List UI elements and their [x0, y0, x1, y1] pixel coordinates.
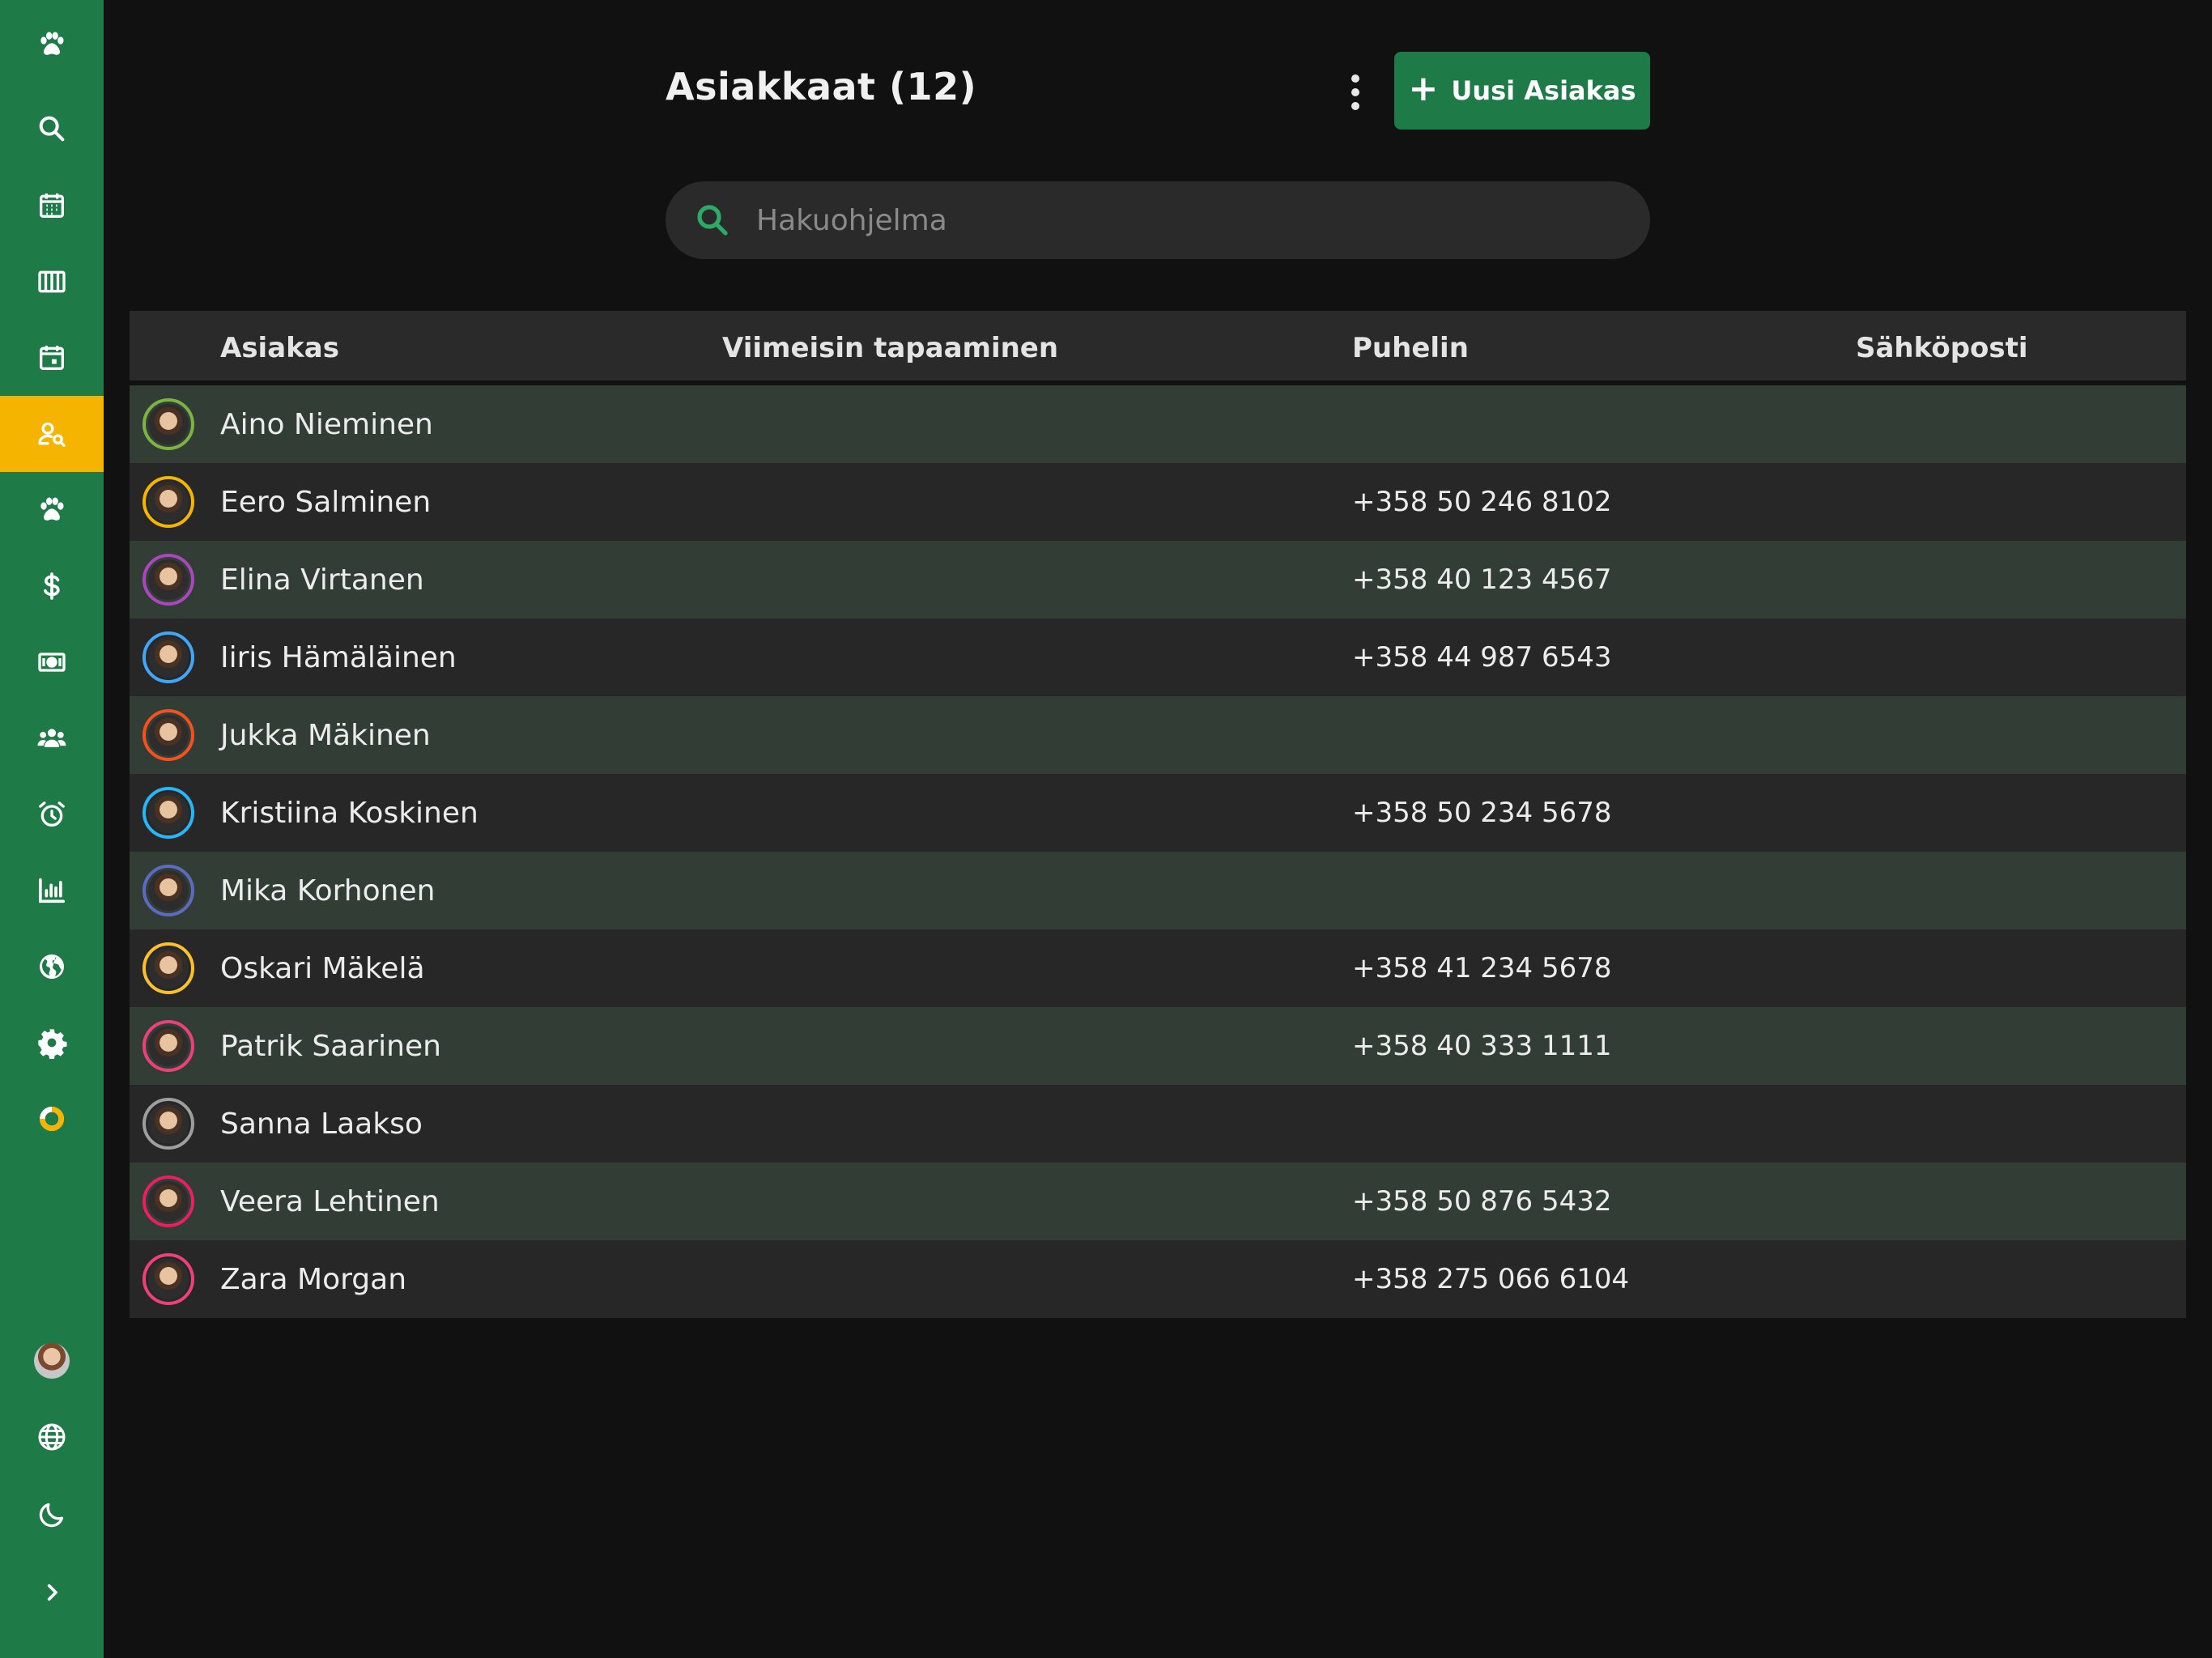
avatar	[143, 709, 194, 761]
avatar	[143, 1253, 194, 1305]
user-search-icon	[38, 422, 66, 447]
globe-icon	[38, 1423, 66, 1451]
phone-number: +358 275 066 6104	[1352, 1263, 1630, 1295]
nav-profile[interactable]	[0, 1323, 104, 1399]
nav-theme[interactable]	[0, 1477, 104, 1553]
column-header-phone[interactable]: Puhelin	[1352, 311, 1469, 385]
banknote-icon	[38, 653, 66, 672]
customer-name: Kristiina Koskinen	[220, 796, 479, 830]
search-icon	[39, 116, 65, 142]
nav-payments[interactable]	[0, 624, 104, 700]
search-input[interactable]	[756, 196, 1650, 244]
nav-board[interactable]	[0, 244, 104, 320]
calendar-day-icon	[40, 346, 64, 370]
table-row[interactable]: Eero Salminen +358 50 246 8102	[130, 463, 2186, 541]
bar-chart-icon	[39, 878, 65, 903]
globe-filled-icon	[40, 954, 64, 979]
customer-name: Patrik Saarinen	[220, 1029, 441, 1063]
avatar	[143, 554, 194, 606]
avatar	[143, 942, 194, 994]
avatar	[143, 787, 194, 839]
nav-billing[interactable]	[0, 548, 104, 624]
nav-reports[interactable]	[0, 852, 104, 929]
nav-search[interactable]	[0, 91, 104, 167]
customer-name: Elina Virtanen	[220, 563, 424, 597]
nav-pets[interactable]	[0, 472, 104, 548]
column-header-customer[interactable]: Asiakas	[220, 311, 339, 385]
search-bar[interactable]	[666, 181, 1650, 259]
table-row[interactable]: Elina Virtanen +358 40 123 4567	[130, 541, 2186, 619]
table-header: Asiakas Viimeisin tapaaminen Puhelin Säh…	[130, 311, 2186, 385]
new-customer-label: Uusi Asiakas	[1451, 75, 1636, 106]
avatar	[34, 1343, 70, 1379]
customer-name: Sanna Laakso	[220, 1107, 423, 1141]
avatar	[143, 865, 194, 916]
chevron-right-icon	[47, 1584, 57, 1601]
phone-number: +358 50 234 5678	[1352, 797, 1612, 829]
nav-calendar[interactable]	[0, 168, 104, 244]
avatar	[143, 476, 194, 528]
customer-name: Eero Salminen	[220, 485, 432, 519]
nav-settings[interactable]	[0, 1005, 104, 1081]
nav-appointments[interactable]	[0, 320, 104, 396]
customer-name: Aino Nieminen	[220, 407, 433, 441]
table-row[interactable]: Iiris Hämäläinen +358 44 987 6543	[130, 619, 2186, 696]
nav-customers[interactable]	[0, 396, 104, 472]
alarm-clock-icon	[39, 801, 65, 827]
table-row[interactable]: Kristiina Koskinen +358 50 234 5678	[130, 774, 2186, 852]
nav-web[interactable]	[0, 929, 104, 1005]
table-row[interactable]: Zara Morgan +358 275 066 6104	[130, 1240, 2186, 1318]
nav-logo[interactable]	[0, 6, 104, 83]
phone-number: +358 50 246 8102	[1352, 486, 1612, 518]
avatar	[143, 631, 194, 683]
table-row[interactable]: Oskari Mäkelä +358 41 234 5678	[130, 929, 2186, 1007]
sidebar	[0, 0, 104, 1658]
phone-number: +358 40 333 1111	[1352, 1030, 1612, 1062]
column-header-last-visit[interactable]: Viimeisin tapaaminen	[722, 311, 1058, 385]
paw-icon	[40, 32, 64, 55]
customer-table: Asiakas Viimeisin tapaaminen Puhelin Säh…	[130, 311, 2186, 1318]
new-customer-button[interactable]: + Uusi Asiakas	[1394, 52, 1650, 130]
phone-number: +358 44 987 6543	[1352, 641, 1612, 674]
columns-icon	[38, 270, 66, 293]
phone-number: +358 50 876 5432	[1352, 1185, 1612, 1218]
more-vertical-icon	[1351, 74, 1359, 110]
nav-expand[interactable]	[0, 1554, 104, 1630]
table-row[interactable]: Jukka Mäkinen	[130, 696, 2186, 774]
plus-icon: +	[1408, 68, 1439, 109]
table-row[interactable]: Veera Lehtinen +358 50 876 5432	[130, 1163, 2186, 1240]
more-options-button[interactable]	[1334, 68, 1376, 117]
gear-icon	[38, 1029, 67, 1059]
table-row[interactable]: Mika Korhonen	[130, 852, 2186, 929]
table-row[interactable]: Sanna Laakso	[130, 1085, 2186, 1163]
nav-language[interactable]	[0, 1399, 104, 1475]
search-icon	[697, 205, 728, 236]
customer-name: Mika Korhonen	[220, 874, 436, 908]
table-row[interactable]: Patrik Saarinen +358 40 333 1111	[130, 1007, 2186, 1085]
customer-name: Jukka Mäkinen	[220, 718, 431, 752]
users-icon	[37, 729, 66, 747]
progress-ring-icon	[40, 1107, 64, 1131]
phone-number: +358 41 234 5678	[1352, 952, 1612, 984]
phone-number: +358 40 123 4567	[1352, 563, 1612, 596]
avatar	[143, 398, 194, 450]
customer-name: Iiris Hämäläinen	[220, 640, 457, 674]
customer-name: Zara Morgan	[220, 1262, 407, 1296]
nav-staff[interactable]	[0, 700, 104, 776]
nav-progress[interactable]	[0, 1081, 104, 1157]
moon-icon	[39, 1503, 64, 1528]
customer-name: Oskari Mäkelä	[220, 951, 425, 985]
avatar	[143, 1020, 194, 1072]
table-row[interactable]: Aino Nieminen	[130, 385, 2186, 463]
avatar	[143, 1098, 194, 1150]
nav-reminders[interactable]	[0, 776, 104, 852]
customer-name: Veera Lehtinen	[220, 1184, 440, 1218]
dollar-icon	[44, 572, 60, 600]
paw-icon	[40, 497, 64, 521]
page-title: Asiakkaat (12)	[666, 65, 977, 108]
calendar-grid-icon	[40, 193, 64, 218]
avatar	[143, 1175, 194, 1227]
column-header-email[interactable]: Sähköposti	[1856, 311, 2028, 385]
table-body: Aino Nieminen Eero Salminen +358 50 246 …	[130, 385, 2186, 1318]
